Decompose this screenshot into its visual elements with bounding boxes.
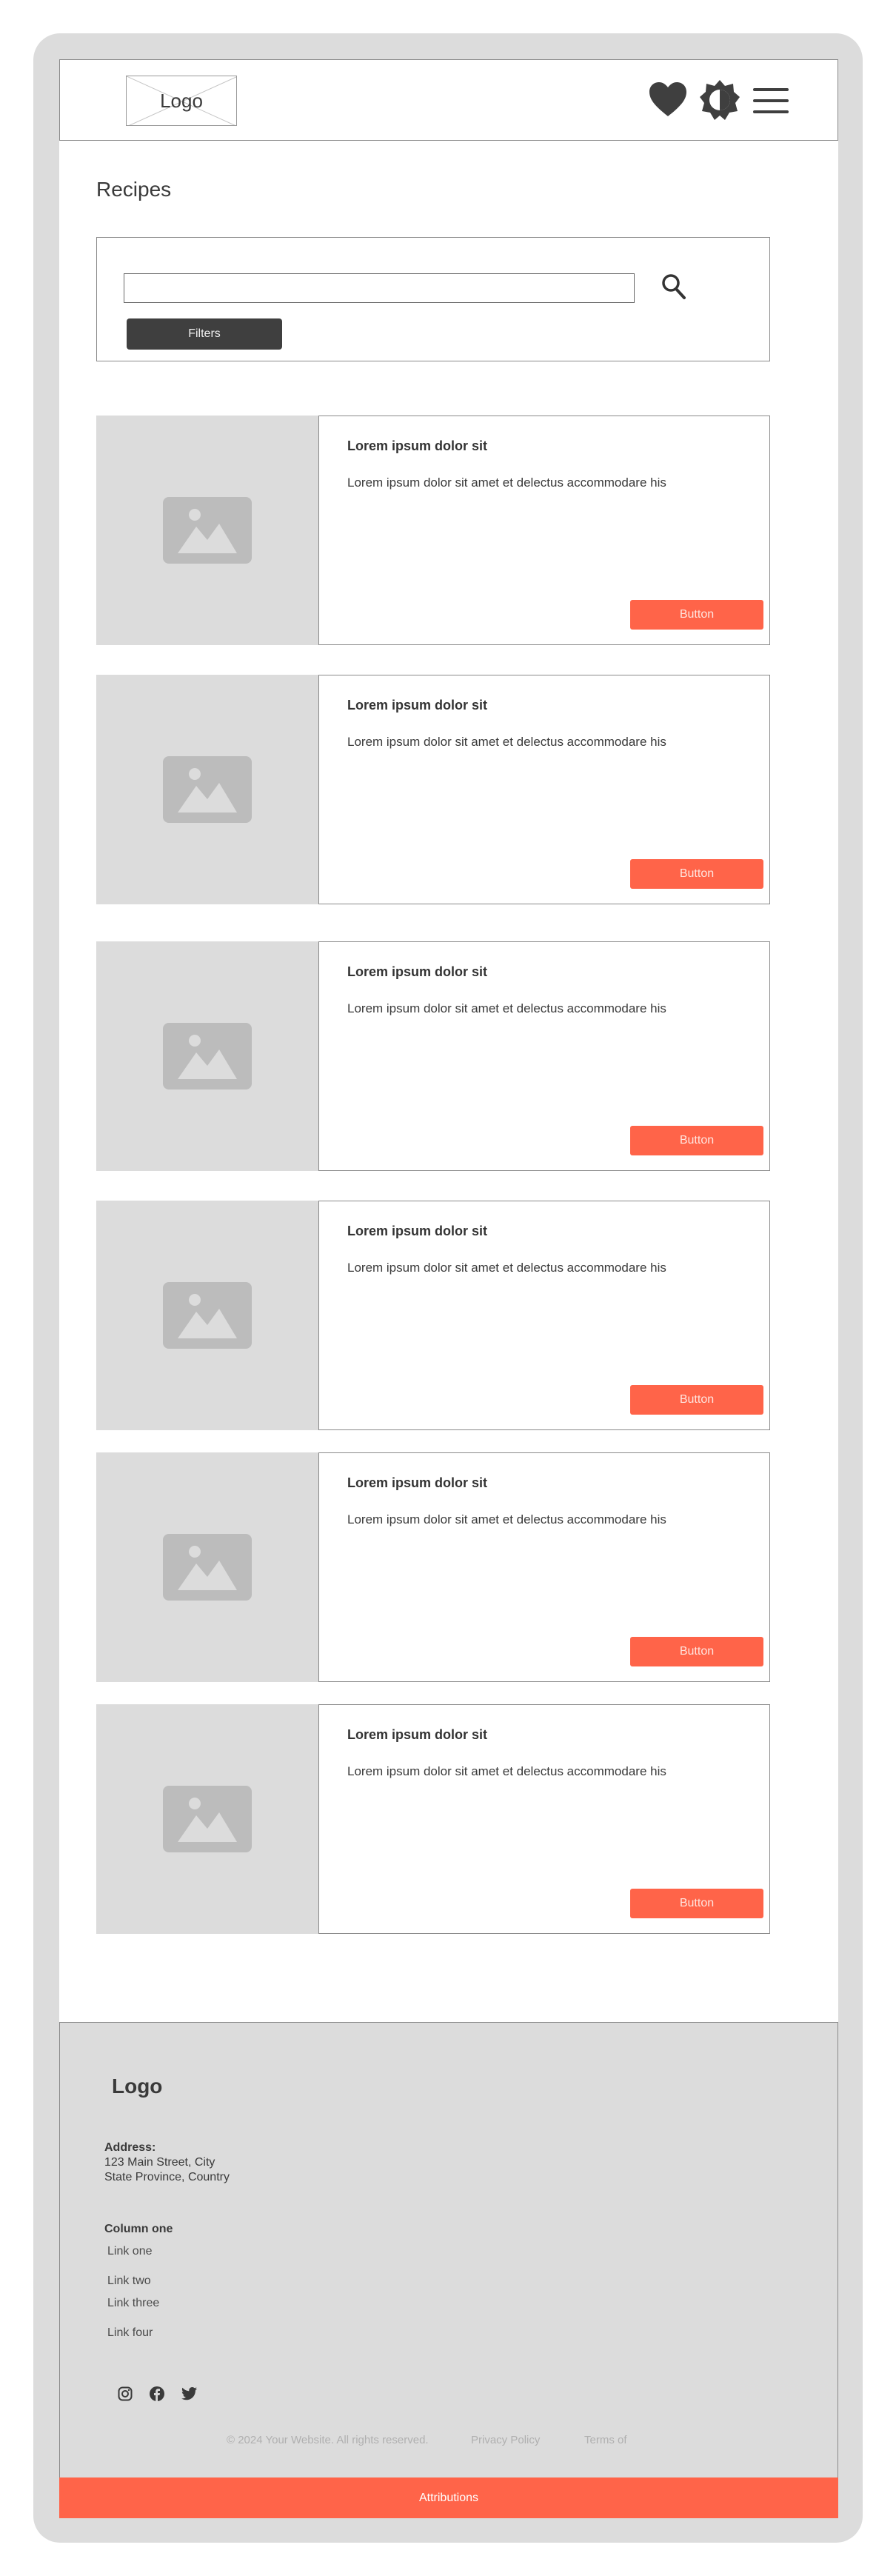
card-image	[96, 675, 318, 904]
footer-link[interactable]: Link two	[107, 2275, 151, 2288]
image-placeholder-icon	[163, 1786, 252, 1852]
terms-link[interactable]: Terms of	[584, 2434, 627, 2446]
card-body: Lorem ipsum dolor sit Lorem ipsum dolor …	[318, 1452, 770, 1682]
card-image	[96, 1704, 318, 1934]
search-input[interactable]	[124, 273, 635, 303]
card-body: Lorem ipsum dolor sit Lorem ipsum dolor …	[318, 1201, 770, 1430]
header-logo[interactable]: Logo	[126, 76, 237, 126]
card-text: Lorem ipsum dolor sit amet et delectus a…	[347, 1512, 666, 1526]
site-footer: Logo Address: 123 Main Street, City Stat…	[59, 2022, 838, 2479]
card-button[interactable]: Button	[630, 1385, 763, 1415]
facebook-icon[interactable]	[150, 2386, 164, 2401]
card-button[interactable]: Button	[630, 859, 763, 889]
card-title: Lorem ipsum dolor sit	[347, 964, 488, 979]
card-image	[96, 1201, 318, 1430]
attributions-bar[interactable]: Attributions	[59, 2477, 838, 2518]
card-button[interactable]: Button	[630, 1126, 763, 1155]
card-title: Lorem ipsum dolor sit	[347, 698, 488, 713]
image-placeholder-icon	[163, 497, 252, 564]
filters-button[interactable]: Filters	[127, 318, 282, 350]
image-placeholder-icon	[163, 1534, 252, 1601]
card-image	[96, 941, 318, 1171]
card-button[interactable]: Button	[630, 1889, 763, 1918]
image-placeholder-icon	[163, 1023, 252, 1090]
card-body: Lorem ipsum dolor sit Lorem ipsum dolor …	[318, 416, 770, 645]
privacy-policy-link[interactable]: Privacy Policy	[471, 2434, 540, 2446]
card-text: Lorem ipsum dolor sit amet et delectus a…	[347, 476, 666, 490]
card-image	[96, 416, 318, 645]
search-panel: Filters	[96, 237, 770, 361]
site-header: Logo	[59, 59, 838, 141]
image-placeholder-icon	[163, 756, 252, 823]
footer-column-title: Column one	[104, 2223, 173, 2235]
screen: Logo Recipes Filters Lorem ipsum dolor s…	[59, 59, 838, 2518]
card-title: Lorem ipsum dolor sit	[347, 438, 488, 453]
recipe-card: Lorem ipsum dolor sit Lorem ipsum dolor …	[96, 1452, 770, 1682]
card-title: Lorem ipsum dolor sit	[347, 1475, 488, 1490]
address-label: Address:	[104, 2141, 156, 2154]
header-logo-text: Logo	[160, 90, 203, 112]
copyright-text: © 2024 Your Website. All rights reserved…	[227, 2434, 429, 2446]
recipe-card: Lorem ipsum dolor sit Lorem ipsum dolor …	[96, 416, 770, 645]
card-text: Lorem ipsum dolor sit amet et delectus a…	[347, 735, 666, 749]
page-title: Recipes	[96, 178, 172, 201]
menu-icon[interactable]	[753, 87, 789, 116]
card-text: Lorem ipsum dolor sit amet et delectus a…	[347, 1261, 666, 1275]
footer-link[interactable]: Link three	[107, 2297, 159, 2310]
card-image	[96, 1452, 318, 1682]
card-button[interactable]: Button	[630, 1637, 763, 1666]
footer-link[interactable]: Link four	[107, 2326, 153, 2340]
recipe-card: Lorem ipsum dolor sit Lorem ipsum dolor …	[96, 941, 770, 1171]
theme-toggle-icon[interactable]	[699, 79, 740, 121]
recipe-card: Lorem ipsum dolor sit Lorem ipsum dolor …	[96, 1704, 770, 1934]
recipe-card: Lorem ipsum dolor sit Lorem ipsum dolor …	[96, 1201, 770, 1430]
footer-link[interactable]: Link one	[107, 2245, 153, 2258]
card-body: Lorem ipsum dolor sit Lorem ipsum dolor …	[318, 941, 770, 1171]
image-placeholder-icon	[163, 1282, 252, 1349]
card-title: Lorem ipsum dolor sit	[347, 1727, 488, 1742]
card-body: Lorem ipsum dolor sit Lorem ipsum dolor …	[318, 1704, 770, 1934]
address-line: 123 Main Street, City	[104, 2156, 215, 2169]
heart-icon[interactable]	[649, 82, 687, 118]
card-title: Lorem ipsum dolor sit	[347, 1224, 488, 1238]
card-body: Lorem ipsum dolor sit Lorem ipsum dolor …	[318, 675, 770, 904]
card-button[interactable]: Button	[630, 600, 763, 630]
card-text: Lorem ipsum dolor sit amet et delectus a…	[347, 1764, 666, 1778]
instagram-icon[interactable]	[118, 2386, 133, 2401]
card-text: Lorem ipsum dolor sit amet et delectus a…	[347, 1001, 666, 1015]
search-icon[interactable]	[661, 273, 686, 300]
footer-logo[interactable]: Logo	[112, 2075, 162, 2098]
recipe-card: Lorem ipsum dolor sit Lorem ipsum dolor …	[96, 675, 770, 904]
address-line: State Province, Country	[104, 2171, 230, 2183]
twitter-icon[interactable]	[181, 2386, 198, 2401]
